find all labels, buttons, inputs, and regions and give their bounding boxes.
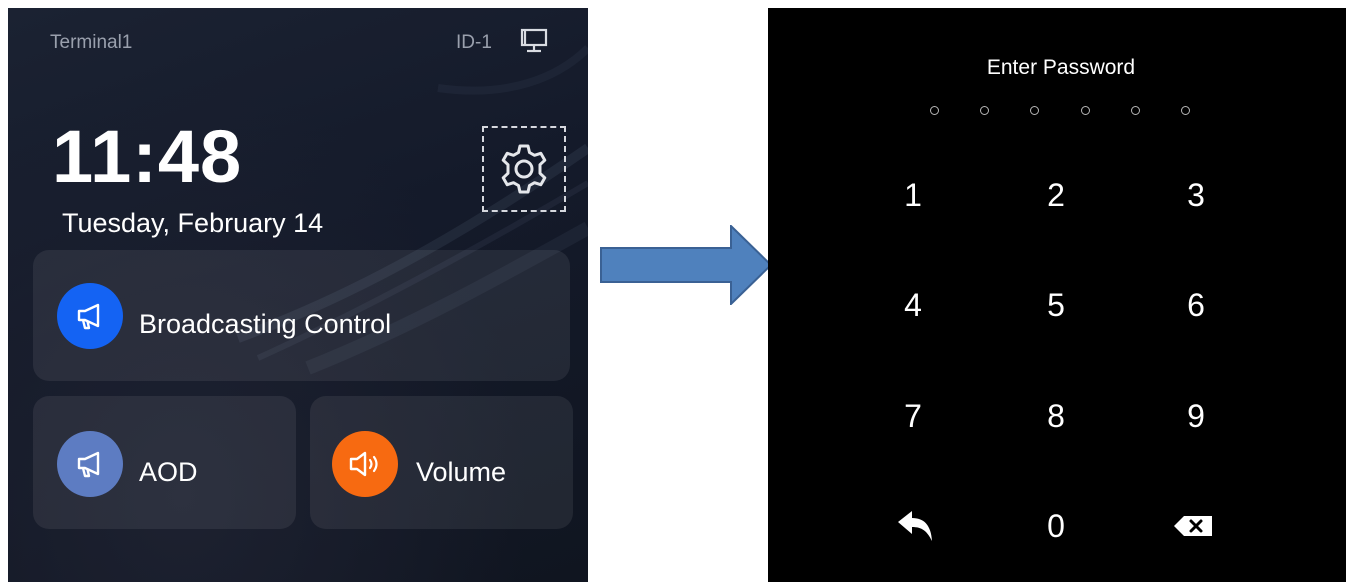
pin-dot: [980, 106, 989, 115]
terminal-home-screen: Terminal1 ID-1 11:48 Tuesday, February 1…: [8, 8, 588, 582]
terminal-id: ID-1: [456, 32, 492, 53]
key-8[interactable]: 8: [1016, 386, 1096, 446]
delete-button[interactable]: [1153, 496, 1233, 556]
volume-label: Volume: [416, 457, 507, 487]
pin-dot: [930, 106, 939, 115]
key-1[interactable]: 1: [873, 165, 953, 225]
pin-dot: [1030, 106, 1039, 115]
clock-time: 11:48: [52, 115, 243, 198]
password-prompt: Enter Password: [986, 56, 1136, 79]
key-5[interactable]: 5: [1016, 275, 1096, 335]
aod-tile[interactable]: AOD: [33, 396, 296, 529]
backspace-icon: [1174, 516, 1212, 536]
pin-dot: [1181, 106, 1190, 115]
right-arrow-icon: [600, 225, 772, 305]
terminal-name: Terminal1: [50, 32, 133, 53]
broadcasting-control-tile[interactable]: Broadcasting Control: [33, 250, 570, 381]
password-keypad-screen: Enter Password 1 2 3 4 5 6 7 8 9 0: [768, 8, 1346, 582]
broadcast-icon-circle: [57, 283, 123, 349]
key-9[interactable]: 9: [1156, 386, 1236, 446]
megaphone-icon: [77, 451, 100, 478]
monitor-icon: [520, 28, 548, 53]
aod-icon-circle: [57, 431, 123, 497]
key-3[interactable]: 3: [1156, 165, 1236, 225]
megaphone-icon: [77, 303, 100, 330]
pin-dot: [1081, 106, 1090, 115]
key-7[interactable]: 7: [873, 386, 953, 446]
clock-date: Tuesday, February 14: [62, 208, 324, 238]
volume-tile[interactable]: Volume: [310, 396, 573, 529]
key-0[interactable]: 0: [1016, 496, 1096, 556]
key-4[interactable]: 4: [873, 275, 953, 335]
volume-icon-circle: [332, 431, 398, 497]
gear-icon: [501, 144, 547, 194]
aod-label: AOD: [139, 457, 198, 487]
settings-button[interactable]: [482, 126, 566, 212]
speaker-icon: [349, 451, 378, 477]
back-button[interactable]: [875, 496, 955, 556]
broadcasting-control-label: Broadcasting Control: [139, 309, 392, 339]
key-6[interactable]: 6: [1156, 275, 1236, 335]
key-2[interactable]: 2: [1016, 165, 1096, 225]
reply-arrow-icon: [898, 511, 932, 541]
pin-dot: [1131, 106, 1140, 115]
